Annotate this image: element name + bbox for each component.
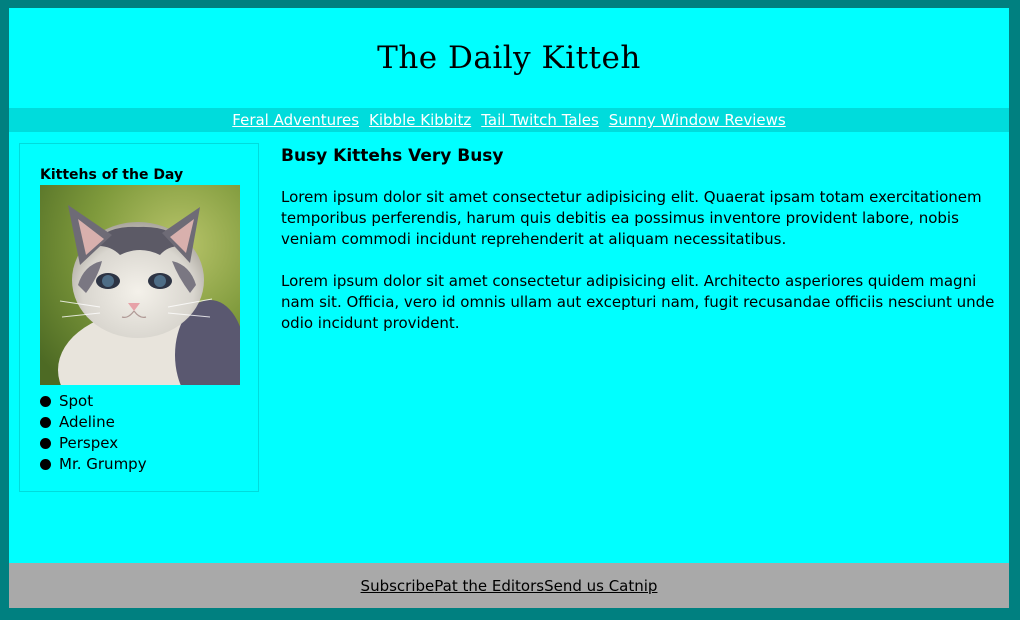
list-item: Mr. Grumpy: [40, 454, 147, 475]
main-nav: Feral Adventures Kibble Kibbitz Tail Twi…: [9, 108, 1009, 132]
nav-link-kibble-kibbitz[interactable]: Kibble Kibbitz: [369, 111, 471, 129]
bullet-icon: [40, 438, 51, 449]
footer: Subscribe Pat the Editors Send us Catnip: [9, 563, 1009, 608]
kittehs-sidebar: Kittehs of the Day Spot Adeline Perspex …: [19, 143, 259, 492]
kitten-name: Spot: [59, 392, 94, 410]
article-paragraph: Lorem ipsum dolor sit amet consectetur a…: [281, 272, 995, 332]
bullet-icon: [40, 459, 51, 470]
kitten-photo: [40, 185, 240, 385]
list-item: Adeline: [40, 412, 147, 433]
masthead: The Daily Kitteh: [9, 8, 1009, 108]
list-item: Perspex: [40, 433, 147, 454]
list-item: Spot: [40, 391, 147, 412]
nav-link-tail-twitch-tales[interactable]: Tail Twitch Tales: [481, 111, 599, 129]
main-article: Busy Kittehs Very Busy Lorem ipsum dolor…: [281, 145, 1003, 355]
page-frame: The Daily Kitteh Feral Adventures Kibble…: [9, 8, 1009, 608]
nav-link-sunny-window-reviews[interactable]: Sunny Window Reviews: [609, 111, 786, 129]
kitten-list: Spot Adeline Perspex Mr. Grumpy: [40, 391, 147, 475]
bullet-icon: [40, 396, 51, 407]
footer-link-pat-the-editors[interactable]: Pat the Editors: [434, 577, 544, 595]
kitten-name: Mr. Grumpy: [59, 455, 147, 473]
article-paragraph: Lorem ipsum dolor sit amet consectetur a…: [281, 188, 982, 248]
kitten-name: Perspex: [59, 434, 119, 452]
content-area: Kittehs of the Day Spot Adeline Perspex …: [9, 132, 1009, 562]
bullet-icon: [40, 417, 51, 428]
site-title: The Daily Kitteh: [377, 40, 641, 76]
kitten-name: Adeline: [59, 413, 115, 431]
footer-link-send-us-catnip[interactable]: Send us Catnip: [544, 577, 657, 595]
footer-link-subscribe[interactable]: Subscribe: [361, 577, 435, 595]
article-heading: Busy Kittehs Very Busy: [281, 146, 504, 166]
sidebar-heading: Kittehs of the Day: [40, 167, 184, 183]
nav-link-feral-adventures[interactable]: Feral Adventures: [232, 111, 359, 129]
